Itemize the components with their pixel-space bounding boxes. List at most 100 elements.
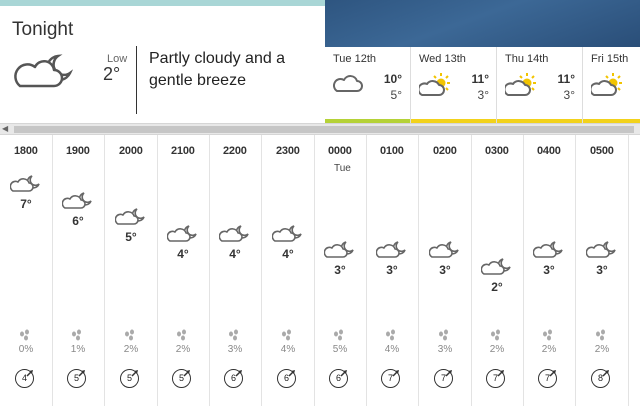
hour-temperature: 6°: [72, 214, 84, 228]
wind-speed-badge: 7: [434, 369, 453, 388]
day-high-temp: 11°: [471, 72, 489, 86]
hour-time: 0500: [590, 145, 614, 157]
hour-column: 0200 3° 3% 7: [419, 135, 472, 406]
wind-direction-arrow-icon: [497, 370, 504, 377]
hour-column: 1900 6° 1% 5: [52, 135, 105, 406]
partly-cloudy-night-icon: [323, 239, 356, 264]
hour-time: 0200: [433, 145, 457, 157]
wind-speed-badge: 8: [591, 369, 610, 388]
wind-speed-badge: 5: [172, 369, 191, 388]
day-name: Wed 13th: [419, 53, 466, 65]
wind-speed-badge: 7: [486, 369, 505, 388]
wind-speed-badge: 4: [15, 369, 34, 388]
rain-probability: 4%: [280, 344, 296, 355]
day-high-temp: 11°: [557, 72, 575, 86]
sunny-intervals-icon: [417, 72, 451, 103]
rain-probability: 2%: [489, 344, 505, 355]
sunny-intervals-icon: [589, 72, 623, 103]
wind-speed-badge: 6: [329, 369, 348, 388]
sky-background: [325, 0, 640, 47]
hour-time: 0300: [485, 145, 509, 157]
day-high-temp: 10°: [383, 72, 402, 86]
wind-speed-badge: 7: [381, 369, 400, 388]
scroll-left-arrow-icon[interactable]: ◀: [2, 124, 8, 134]
day-low-temp: 3°: [563, 88, 575, 102]
rain-probability: 1%: [70, 344, 86, 355]
hour-temperature: 3°: [334, 263, 346, 277]
hour-time: 2200: [223, 145, 247, 157]
hour-temperature: 4°: [282, 247, 294, 261]
wind-direction-arrow-icon: [288, 370, 295, 377]
day-name: Tue 12th: [333, 53, 377, 65]
day-tab-thu[interactable]: Thu 14th 11° 3°: [496, 47, 583, 123]
wind-direction-arrow-icon: [445, 370, 452, 377]
low-temperature: 2°: [103, 64, 121, 84]
horizontal-scrollbar[interactable]: ◀: [0, 123, 640, 135]
hourly-forecast: 1800 7° 0% 4 1900 6° 1% 5 2000 5° 2% 5 2100 4° 2% 5 2200…: [0, 135, 640, 406]
hour-column: 2300 4° 4% 6: [262, 135, 315, 406]
day-name: Fri 15th: [591, 53, 629, 65]
weather-summary: Partly cloudy and a gentle breeze: [149, 50, 286, 89]
rain-probability: 4%: [384, 344, 400, 355]
day-tab-wed[interactable]: Wed 13th 11° 3°: [410, 47, 497, 123]
partly-cloudy-night-icon: [375, 239, 408, 264]
rain-probability: 2%: [594, 344, 610, 355]
hour-time: 0100: [380, 145, 404, 157]
wind-direction-arrow-icon: [26, 370, 33, 377]
wind-speed-badge: 6: [277, 369, 296, 388]
day-low-temp: 3°: [477, 88, 489, 102]
hour-temperature: 3°: [543, 263, 555, 277]
scrollbar-thumb[interactable]: [14, 126, 634, 133]
rain-probability: 2%: [123, 344, 139, 355]
wind-direction-arrow-icon: [235, 370, 242, 377]
day-name: Thu 14th: [505, 53, 549, 65]
rain-probability: 2%: [541, 344, 557, 355]
hour-column: 2200 4° 3% 6: [209, 135, 262, 406]
hour-column: 2000 5° 2% 5: [105, 135, 158, 406]
hour-time: 0000: [328, 145, 352, 157]
hour-temperature: 4°: [177, 247, 189, 261]
partly-cloudy-night-icon: [166, 223, 199, 248]
day-low-temp: 5°: [390, 88, 402, 102]
hour-column: 0000 Tue 3° 5% 6: [314, 135, 367, 406]
rain-probability: 0%: [18, 344, 34, 355]
wind-direction-arrow-icon: [78, 370, 85, 377]
partly-cloudy-night-icon: [218, 223, 251, 248]
hour-temperature: 3°: [386, 263, 398, 277]
hour-column: 2100 4° 2% 5: [157, 135, 210, 406]
partly-cloudy-night-icon: [114, 206, 147, 231]
wind-direction-arrow-icon: [340, 370, 347, 377]
hour-temperature: 4°: [229, 247, 241, 261]
tonight-panel: Tonight Low 2° Partly cloudy and a gentl…: [0, 6, 325, 120]
wind-direction-arrow-icon: [549, 370, 556, 377]
hour-column: 0500 3° 2% 8: [576, 135, 629, 406]
wind-direction-arrow-icon: [131, 370, 138, 377]
partly-cloudy-night-icon: [480, 256, 513, 281]
tonight-title: Tonight: [12, 19, 74, 40]
hour-column: 0300 2° 2% 7: [471, 135, 524, 406]
daily-forecast-tabs: Tue 12th 10° 5° Wed 13th 11° 3° Thu 14th: [325, 47, 640, 123]
sunny-intervals-icon: [503, 72, 537, 103]
wind-speed-badge: 5: [120, 369, 139, 388]
wind-direction-arrow-icon: [183, 370, 190, 377]
partly-cloudy-night-icon: [10, 50, 76, 97]
hour-temperature: 7°: [20, 197, 32, 211]
hour-column: 0400 3° 2% 7: [523, 135, 576, 406]
hour-column: 0100 3° 4% 7: [366, 135, 419, 406]
day-tab-tue[interactable]: Tue 12th 10° 5°: [325, 47, 410, 123]
wind-direction-arrow-icon: [392, 370, 399, 377]
partly-cloudy-icon: [332, 72, 365, 99]
hour-time: 2300: [276, 145, 300, 157]
hour-time: 0400: [537, 145, 561, 157]
day-tab-fri[interactable]: Fri 15th: [582, 47, 640, 123]
partly-cloudy-night-icon: [532, 239, 565, 264]
partly-cloudy-night-icon: [61, 190, 94, 215]
hour-time: 1800: [14, 145, 38, 157]
hour-time: 1900: [66, 145, 90, 157]
wind-speed-badge: 7: [538, 369, 557, 388]
hour-day-label: Tue: [334, 163, 351, 174]
wind-speed-badge: 5: [67, 369, 86, 388]
hour-temperature: 3°: [596, 263, 608, 277]
hour-time: 2000: [119, 145, 143, 157]
rain-probability: 2%: [175, 344, 191, 355]
